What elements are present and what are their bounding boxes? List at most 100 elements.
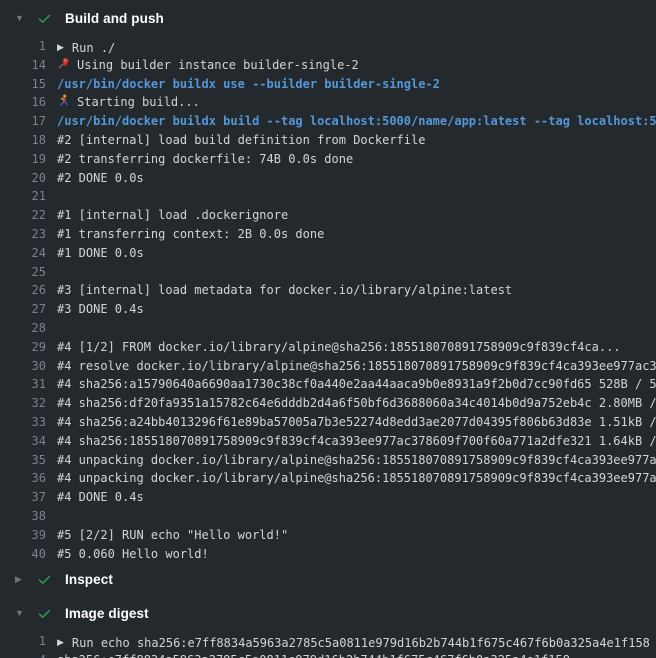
line-number[interactable]: 39 xyxy=(0,526,46,545)
line-number[interactable]: 19 xyxy=(0,150,46,169)
log-text: #3 DONE 0.4s xyxy=(57,300,144,319)
log-line: 16 Starting build... xyxy=(0,93,656,112)
run-arrow-icon[interactable]: ▶ xyxy=(57,39,64,56)
chevron-down-icon[interactable]: ▼ xyxy=(15,14,27,23)
log-text: #4 sha256:185518070891758909c9f839cf4ca3… xyxy=(57,432,656,451)
section-title: Image digest xyxy=(65,606,149,621)
actions-log-viewer: ▼Build and push1▶Run ./14Using builder i… xyxy=(0,0,656,658)
line-number[interactable]: 25 xyxy=(0,263,46,282)
line-number[interactable]: 20 xyxy=(0,169,46,188)
line-number[interactable]: 29 xyxy=(0,338,46,357)
line-number[interactable]: 40 xyxy=(0,545,46,564)
log-text: #4 sha256:a24bb4013296f61e89ba57005a7b3e… xyxy=(57,413,656,432)
log-line: 38 xyxy=(0,507,656,526)
line-number[interactable]: 27 xyxy=(0,300,46,319)
log-line: 1 ▶ Run echo sha256:e7ff8834a5963a2785c5a0… xyxy=(0,632,656,651)
log-line: 30 #4 resolve docker.io/library/alpine@sh… xyxy=(0,357,656,376)
chevron-down-icon[interactable]: ▼ xyxy=(15,609,27,618)
log-text: #1 DONE 0.0s xyxy=(57,244,144,263)
log-text: Run echo sha256:e7ff8834a5963a2785c5a081… xyxy=(72,634,650,651)
log-line: 40 #5 0.060 Hello world! xyxy=(0,545,656,564)
log-text: #4 unpacking docker.io/library/alpine@sh… xyxy=(57,451,656,470)
line-number[interactable]: 21 xyxy=(0,187,46,206)
line-number[interactable]: 36 xyxy=(0,469,46,488)
log-line: 21 xyxy=(0,187,656,206)
runner-icon xyxy=(57,94,70,112)
log-text: #5 0.060 Hello world! xyxy=(57,545,209,564)
section-header-image-digest[interactable]: ▼ Image digest xyxy=(0,599,656,627)
section-header-inspect[interactable]: ▶ Inspect xyxy=(0,565,656,593)
log-text: #4 sha256:a15790640a6690aa1730c38cf0a440… xyxy=(57,375,656,394)
line-number[interactable]: 24 xyxy=(0,244,46,263)
log-line: 36#4 unpacking docker.io/library/alpine@… xyxy=(0,469,656,488)
line-number[interactable]: 31 xyxy=(0,375,46,394)
line-content: #4 sha256:a24bb4013296f61e89ba57005a7b3e… xyxy=(57,413,656,432)
line-number[interactable]: 18 xyxy=(0,131,46,150)
log-line: 33 #4 sha256:a24bb4013296f61e89ba57005a7b… xyxy=(0,413,656,432)
line-number[interactable]: 28 xyxy=(0,319,46,338)
section-title: Inspect xyxy=(65,572,113,587)
section-header-build-and-push[interactable]: ▼ Build and push xyxy=(0,4,656,32)
log-line: 31 #4 sha256:a15790640a6690aa1730c38cf0a4… xyxy=(0,375,656,394)
line-number[interactable]: 16 xyxy=(0,93,46,112)
log-line: 19 #2 transferring dockerfile: 74B 0.0s d… xyxy=(0,150,656,169)
line-content: #4 DONE 0.4s xyxy=(57,488,144,507)
pushpin-icon xyxy=(57,57,70,75)
line-number[interactable]: 38 xyxy=(0,507,46,526)
log-text: sha256:e7ff8834a5963a2785c5a0811e979d16b… xyxy=(57,651,570,658)
log-text: #3 [internal] load metadata for docker.i… xyxy=(57,281,512,300)
chevron-right-icon[interactable]: ▶ xyxy=(15,575,27,584)
log-text: /usr/bin/docker buildx use --builder bui… xyxy=(57,75,440,94)
log-line: 14 Using builder instance builder-single-… xyxy=(0,56,656,75)
line-number[interactable]: 14 xyxy=(0,56,46,75)
line-number[interactable]: 15 xyxy=(0,75,46,94)
line-content: #4 resolve docker.io/library/alpine@sha2… xyxy=(57,357,656,376)
log-line: 18 #2 [internal] load build definition fr… xyxy=(0,131,656,150)
log-line: 22 #1 [internal] load .dockerignore xyxy=(0,206,656,225)
line-number[interactable]: 17 xyxy=(0,112,46,131)
line-number[interactable]: 34 xyxy=(0,432,46,451)
section-title: Build and push xyxy=(65,11,164,26)
log-line: 34 #4 sha256:185518070891758909c9f839cf4c… xyxy=(0,432,656,451)
line-number[interactable]: 1 xyxy=(0,632,46,651)
log-text: #4 DONE 0.4s xyxy=(57,488,144,507)
line-content: /usr/bin/docker buildx use --builder bui… xyxy=(57,75,440,94)
log-line: 4 sha256:e7ff8834a5963a2785c5a0811e979d16… xyxy=(0,651,656,658)
line-number[interactable]: 33 xyxy=(0,413,46,432)
line-content: #4 sha256:185518070891758909c9f839cf4ca3… xyxy=(57,432,656,451)
log-line: 39 #5 [2/2] RUN echo "Hello world!" xyxy=(0,526,656,545)
line-number[interactable]: 37 xyxy=(0,488,46,507)
log-text: #1 [internal] load .dockerignore xyxy=(57,206,288,225)
line-content: #3 DONE 0.4s xyxy=(57,300,144,319)
check-icon xyxy=(37,572,53,587)
line-number[interactable]: 30 xyxy=(0,357,46,376)
log-line: 37 #4 DONE 0.4s xyxy=(0,488,656,507)
log-line: 23 #1 transferring context: 2B 0.0s done xyxy=(0,225,656,244)
log-line: 29 #4 [1/2] FROM docker.io/library/alpine… xyxy=(0,338,656,357)
line-number[interactable]: 35 xyxy=(0,451,46,470)
line-content: #3 [internal] load metadata for docker.i… xyxy=(57,281,512,300)
line-number[interactable]: 1 xyxy=(0,37,46,56)
log-text: #1 transferring context: 2B 0.0s done xyxy=(57,225,324,244)
log-text: #4 [1/2] FROM docker.io/library/alpine@s… xyxy=(57,338,621,357)
run-arrow-icon[interactable]: ▶ xyxy=(57,634,64,651)
line-content: #4 unpacking docker.io/library/alpine@sh… xyxy=(57,451,656,470)
line-number[interactable]: 26 xyxy=(0,281,46,300)
line-content: Using builder instance builder-single-2 xyxy=(57,56,359,75)
line-number[interactable]: 4 xyxy=(0,651,46,658)
log-text: Using builder instance builder-single-2 xyxy=(77,56,359,75)
log-line: 28 xyxy=(0,319,656,338)
line-content: #4 sha256:df20fa9351a15782c64e6dddb2d4a6… xyxy=(57,394,656,413)
log-text: #2 transferring dockerfile: 74B 0.0s don… xyxy=(57,150,353,169)
log-text: /usr/bin/docker buildx build --tag local… xyxy=(57,112,656,131)
line-content: ▶ Run echo sha256:e7ff8834a5963a2785c5a08… xyxy=(57,634,650,651)
line-content: Starting build... xyxy=(57,93,200,112)
line-number[interactable]: 32 xyxy=(0,394,46,413)
log-text: #5 [2/2] RUN echo "Hello world!" xyxy=(57,526,288,545)
line-number[interactable]: 22 xyxy=(0,206,46,225)
log-text: #4 resolve docker.io/library/alpine@sha2… xyxy=(57,357,656,376)
log-line: 1▶Run ./ xyxy=(0,37,656,56)
line-content: #2 [internal] load build definition from… xyxy=(57,131,425,150)
line-number[interactable]: 23 xyxy=(0,225,46,244)
log-line: 32 #4 sha256:df20fa9351a15782c64e6dddb2d4… xyxy=(0,394,656,413)
